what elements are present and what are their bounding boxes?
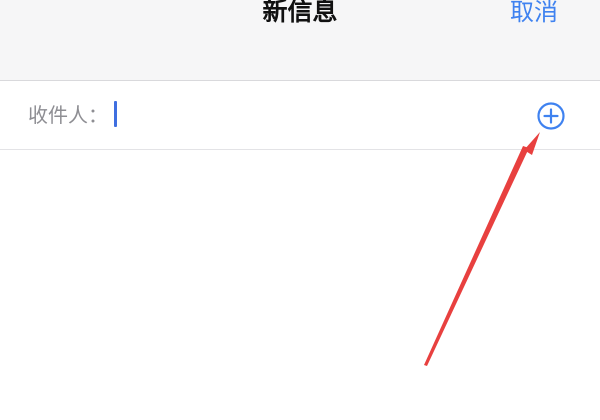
message-body-area[interactable]	[0, 150, 600, 420]
recipient-row: 收件人：	[0, 81, 600, 150]
new-message-screen: 新信息 取消 收件人：	[0, 0, 600, 420]
plus-circle-icon	[537, 102, 565, 130]
add-contact-button[interactable]	[536, 101, 566, 131]
cancel-button[interactable]: 取消	[510, 0, 558, 30]
recipient-input[interactable]	[114, 99, 514, 131]
navigation-bar: 新信息 取消	[0, 0, 600, 81]
recipient-label: 收件人：	[28, 103, 108, 127]
text-cursor	[114, 101, 117, 127]
